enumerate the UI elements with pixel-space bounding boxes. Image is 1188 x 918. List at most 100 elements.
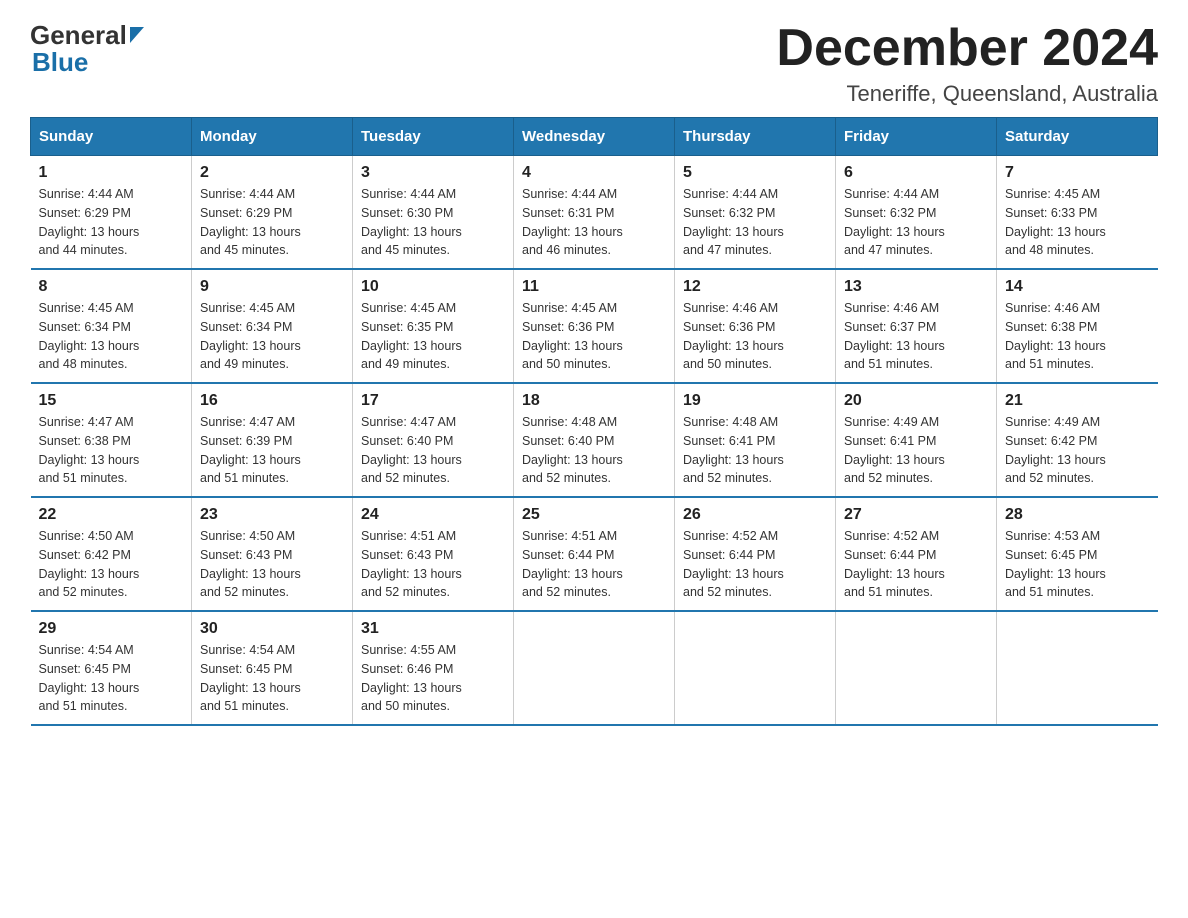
- calendar-week-row: 8 Sunrise: 4:45 AMSunset: 6:34 PMDayligh…: [31, 269, 1158, 383]
- day-number: 12: [683, 278, 827, 296]
- calendar-cell: 4 Sunrise: 4:44 AMSunset: 6:31 PMDayligh…: [514, 156, 675, 270]
- calendar-cell: 27 Sunrise: 4:52 AMSunset: 6:44 PMDaylig…: [836, 497, 997, 611]
- calendar-cell: 23 Sunrise: 4:50 AMSunset: 6:43 PMDaylig…: [192, 497, 353, 611]
- calendar-cell: 31 Sunrise: 4:55 AMSunset: 6:46 PMDaylig…: [353, 611, 514, 725]
- logo: General Blue: [30, 20, 144, 78]
- day-info: Sunrise: 4:45 AMSunset: 6:36 PMDaylight:…: [522, 299, 666, 374]
- day-info: Sunrise: 4:48 AMSunset: 6:41 PMDaylight:…: [683, 413, 827, 488]
- calendar-cell: 11 Sunrise: 4:45 AMSunset: 6:36 PMDaylig…: [514, 269, 675, 383]
- calendar-week-row: 22 Sunrise: 4:50 AMSunset: 6:42 PMDaylig…: [31, 497, 1158, 611]
- calendar-cell: 13 Sunrise: 4:46 AMSunset: 6:37 PMDaylig…: [836, 269, 997, 383]
- calendar-cell: 10 Sunrise: 4:45 AMSunset: 6:35 PMDaylig…: [353, 269, 514, 383]
- day-info: Sunrise: 4:52 AMSunset: 6:44 PMDaylight:…: [683, 527, 827, 602]
- day-number: 5: [683, 164, 827, 182]
- day-number: 25: [522, 506, 666, 524]
- day-number: 30: [200, 620, 344, 638]
- weekday-header-thursday: Thursday: [675, 118, 836, 156]
- day-info: Sunrise: 4:44 AMSunset: 6:30 PMDaylight:…: [361, 185, 505, 260]
- page-header: General Blue December 2024 Teneriffe, Qu…: [30, 20, 1158, 107]
- day-number: 22: [39, 506, 184, 524]
- calendar-cell: 15 Sunrise: 4:47 AMSunset: 6:38 PMDaylig…: [31, 383, 192, 497]
- day-number: 31: [361, 620, 505, 638]
- day-info: Sunrise: 4:44 AMSunset: 6:32 PMDaylight:…: [844, 185, 988, 260]
- calendar-cell: 2 Sunrise: 4:44 AMSunset: 6:29 PMDayligh…: [192, 156, 353, 270]
- day-number: 15: [39, 392, 184, 410]
- day-info: Sunrise: 4:47 AMSunset: 6:39 PMDaylight:…: [200, 413, 344, 488]
- day-info: Sunrise: 4:45 AMSunset: 6:34 PMDaylight:…: [200, 299, 344, 374]
- day-number: 6: [844, 164, 988, 182]
- day-info: Sunrise: 4:50 AMSunset: 6:43 PMDaylight:…: [200, 527, 344, 602]
- calendar-cell: 17 Sunrise: 4:47 AMSunset: 6:40 PMDaylig…: [353, 383, 514, 497]
- day-number: 1: [39, 164, 184, 182]
- weekday-header-sunday: Sunday: [31, 118, 192, 156]
- calendar-cell: 12 Sunrise: 4:46 AMSunset: 6:36 PMDaylig…: [675, 269, 836, 383]
- day-number: 23: [200, 506, 344, 524]
- day-info: Sunrise: 4:50 AMSunset: 6:42 PMDaylight:…: [39, 527, 184, 602]
- day-number: 18: [522, 392, 666, 410]
- calendar-cell: 16 Sunrise: 4:47 AMSunset: 6:39 PMDaylig…: [192, 383, 353, 497]
- calendar-cell: 29 Sunrise: 4:54 AMSunset: 6:45 PMDaylig…: [31, 611, 192, 725]
- weekday-header-tuesday: Tuesday: [353, 118, 514, 156]
- day-number: 20: [844, 392, 988, 410]
- day-number: 2: [200, 164, 344, 182]
- calendar-week-row: 29 Sunrise: 4:54 AMSunset: 6:45 PMDaylig…: [31, 611, 1158, 725]
- day-number: 28: [1005, 506, 1150, 524]
- day-number: 13: [844, 278, 988, 296]
- day-number: 21: [1005, 392, 1150, 410]
- calendar-cell: 22 Sunrise: 4:50 AMSunset: 6:42 PMDaylig…: [31, 497, 192, 611]
- day-number: 8: [39, 278, 184, 296]
- day-number: 17: [361, 392, 505, 410]
- month-title: December 2024: [776, 20, 1158, 77]
- day-number: 7: [1005, 164, 1150, 182]
- day-number: 19: [683, 392, 827, 410]
- calendar-cell: 3 Sunrise: 4:44 AMSunset: 6:30 PMDayligh…: [353, 156, 514, 270]
- day-info: Sunrise: 4:47 AMSunset: 6:40 PMDaylight:…: [361, 413, 505, 488]
- calendar-week-row: 15 Sunrise: 4:47 AMSunset: 6:38 PMDaylig…: [31, 383, 1158, 497]
- day-info: Sunrise: 4:51 AMSunset: 6:43 PMDaylight:…: [361, 527, 505, 602]
- calendar-cell: 6 Sunrise: 4:44 AMSunset: 6:32 PMDayligh…: [836, 156, 997, 270]
- logo-triangle-icon: [130, 27, 144, 43]
- day-info: Sunrise: 4:45 AMSunset: 6:34 PMDaylight:…: [39, 299, 184, 374]
- day-number: 24: [361, 506, 505, 524]
- weekday-header-saturday: Saturday: [997, 118, 1158, 156]
- calendar-cell: 9 Sunrise: 4:45 AMSunset: 6:34 PMDayligh…: [192, 269, 353, 383]
- calendar-cell: 8 Sunrise: 4:45 AMSunset: 6:34 PMDayligh…: [31, 269, 192, 383]
- day-info: Sunrise: 4:45 AMSunset: 6:35 PMDaylight:…: [361, 299, 505, 374]
- calendar-cell: [514, 611, 675, 725]
- logo-blue-text: Blue: [32, 47, 88, 78]
- day-info: Sunrise: 4:55 AMSunset: 6:46 PMDaylight:…: [361, 641, 505, 716]
- day-number: 3: [361, 164, 505, 182]
- day-number: 26: [683, 506, 827, 524]
- day-info: Sunrise: 4:53 AMSunset: 6:45 PMDaylight:…: [1005, 527, 1150, 602]
- day-info: Sunrise: 4:52 AMSunset: 6:44 PMDaylight:…: [844, 527, 988, 602]
- calendar-cell: [836, 611, 997, 725]
- day-number: 9: [200, 278, 344, 296]
- weekday-header-wednesday: Wednesday: [514, 118, 675, 156]
- day-info: Sunrise: 4:46 AMSunset: 6:36 PMDaylight:…: [683, 299, 827, 374]
- title-block: December 2024 Teneriffe, Queensland, Aus…: [776, 20, 1158, 107]
- calendar-week-row: 1 Sunrise: 4:44 AMSunset: 6:29 PMDayligh…: [31, 156, 1158, 270]
- day-info: Sunrise: 4:44 AMSunset: 6:29 PMDaylight:…: [39, 185, 184, 260]
- calendar-cell: 28 Sunrise: 4:53 AMSunset: 6:45 PMDaylig…: [997, 497, 1158, 611]
- calendar-cell: [997, 611, 1158, 725]
- day-info: Sunrise: 4:46 AMSunset: 6:38 PMDaylight:…: [1005, 299, 1150, 374]
- day-info: Sunrise: 4:48 AMSunset: 6:40 PMDaylight:…: [522, 413, 666, 488]
- weekday-header-friday: Friday: [836, 118, 997, 156]
- calendar-cell: 5 Sunrise: 4:44 AMSunset: 6:32 PMDayligh…: [675, 156, 836, 270]
- calendar-cell: 19 Sunrise: 4:48 AMSunset: 6:41 PMDaylig…: [675, 383, 836, 497]
- calendar-cell: [675, 611, 836, 725]
- day-info: Sunrise: 4:54 AMSunset: 6:45 PMDaylight:…: [200, 641, 344, 716]
- day-number: 27: [844, 506, 988, 524]
- day-number: 29: [39, 620, 184, 638]
- calendar-cell: 7 Sunrise: 4:45 AMSunset: 6:33 PMDayligh…: [997, 156, 1158, 270]
- calendar-table: SundayMondayTuesdayWednesdayThursdayFrid…: [30, 117, 1158, 726]
- calendar-cell: 18 Sunrise: 4:48 AMSunset: 6:40 PMDaylig…: [514, 383, 675, 497]
- day-info: Sunrise: 4:46 AMSunset: 6:37 PMDaylight:…: [844, 299, 988, 374]
- calendar-cell: 21 Sunrise: 4:49 AMSunset: 6:42 PMDaylig…: [997, 383, 1158, 497]
- day-info: Sunrise: 4:45 AMSunset: 6:33 PMDaylight:…: [1005, 185, 1150, 260]
- day-number: 11: [522, 278, 666, 296]
- calendar-cell: 20 Sunrise: 4:49 AMSunset: 6:41 PMDaylig…: [836, 383, 997, 497]
- weekday-header-monday: Monday: [192, 118, 353, 156]
- day-number: 4: [522, 164, 666, 182]
- day-number: 10: [361, 278, 505, 296]
